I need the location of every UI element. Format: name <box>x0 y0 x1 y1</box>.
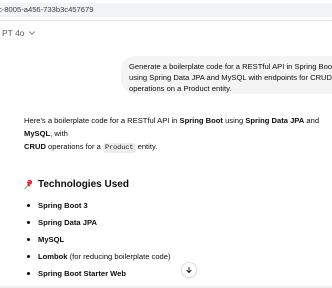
browser-address-bar[interactable]: c-8005-a456-733b3c457679 <box>0 0 332 21</box>
list-item: Spring Boot Starter Web <box>24 265 171 282</box>
list-item: Spring Data JPA <box>24 214 171 231</box>
user-message-text: Generate a boilerplate code for a RESTfu… <box>129 62 332 93</box>
intro-text-4: , with <box>50 129 68 138</box>
technology-name: Spring Boot Starter Web <box>38 269 127 278</box>
intro-bold-crud: CRUD <box>24 142 46 151</box>
intro-text-6: entity. <box>135 142 158 151</box>
intro-text-3: and <box>304 116 320 125</box>
intro-text-5: operations for a <box>45 142 103 151</box>
inline-code-product: Product <box>102 143 136 153</box>
chevron-down-icon <box>28 31 35 35</box>
pushpin-icon <box>24 179 33 190</box>
technology-name: Lombok <box>38 252 68 261</box>
user-message-bubble: Generate a boilerplate code for a RESTfu… <box>121 56 332 94</box>
list-item: Lombok (for reducing boilerplate code) <box>24 248 171 265</box>
technology-note: (for reducing boilerplate code) <box>67 252 171 261</box>
technologies-list: Spring Boot 3 Spring Data JPA MySQL Lomb… <box>24 197 171 282</box>
section-title: Technologies Used <box>38 179 129 190</box>
intro-bold-spring-data-jpa: Spring Data JPA <box>245 116 305 125</box>
intro-text-1: Here's a boilerplate code for a RESTful … <box>24 116 180 125</box>
technology-name: Spring Boot 3 <box>38 201 88 210</box>
technology-name: MySQL <box>38 235 65 244</box>
arrow-down-icon <box>186 266 192 273</box>
url-field[interactable]: c-8005-a456-733b3c457679 <box>0 3 332 17</box>
assistant-intro: Here's a boilerplate code for a RESTful … <box>24 114 330 155</box>
intro-text-2: using <box>222 116 246 125</box>
technology-name: Spring Data JPA <box>38 218 97 227</box>
list-item: Spring Boot 3 <box>24 197 171 214</box>
section-heading: Technologies Used <box>24 179 129 190</box>
url-text: c-8005-a456-733b3c457679 <box>0 5 94 14</box>
list-item: MySQL <box>24 231 171 248</box>
model-selector[interactable]: PT 4o <box>0 26 38 40</box>
scroll-to-bottom-button[interactable] <box>181 262 197 278</box>
model-label: PT 4o <box>2 28 25 38</box>
intro-bold-spring-boot: Spring Boot <box>179 116 223 125</box>
intro-bold-mysql: MySQL <box>24 129 51 138</box>
